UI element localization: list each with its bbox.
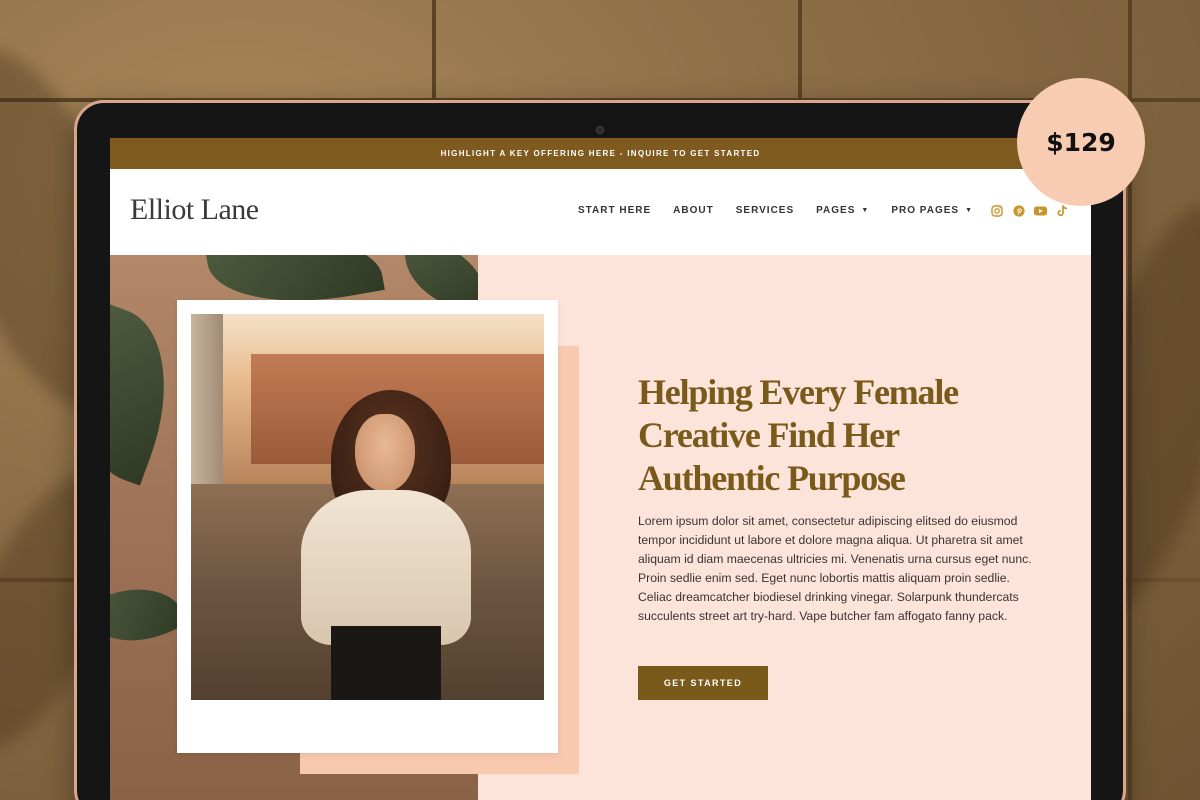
social-links: [990, 204, 1069, 217]
instagram-icon[interactable]: [990, 204, 1003, 217]
price-text: $129: [1046, 127, 1116, 157]
menu-item-label: START HERE: [578, 205, 652, 216]
promo-bar-text[interactable]: HIGHLIGHT A KEY OFFERING HERE - INQUIRE …: [441, 149, 761, 158]
price-badge: $129: [1017, 78, 1145, 206]
menu-item-label: SERVICES: [735, 205, 795, 216]
pinterest-icon[interactable]: [1012, 204, 1025, 217]
hero-body-text: Lorem ipsum dolor sit amet, consectetur …: [638, 514, 1032, 623]
webcam: [596, 126, 604, 134]
hero-photo: [191, 314, 544, 700]
photo-pants: [331, 626, 441, 700]
chevron-down-icon: ▼: [861, 207, 870, 214]
photo-frame: [177, 300, 558, 753]
photo-sweater: [301, 490, 471, 645]
hero-headline: Helping Every Female Creative Find Her A…: [638, 372, 959, 498]
photo-woman: [271, 390, 471, 700]
promo-bar[interactable]: HIGHLIGHT A KEY OFFERING HERE - INQUIRE …: [110, 138, 1091, 169]
website-screen: HIGHLIGHT A KEY OFFERING HERE - INQUIRE …: [110, 138, 1091, 800]
get-started-button[interactable]: GET STARTED: [638, 666, 768, 700]
photo-pillar: [191, 314, 223, 494]
site-header: Elliot Lane START HERE ABOUT SERVICES PA…: [110, 169, 1091, 255]
site-logo[interactable]: Elliot Lane: [130, 193, 259, 227]
menu-item-services[interactable]: SERVICES: [736, 205, 794, 216]
chevron-down-icon: ▼: [965, 207, 973, 214]
main-menu: START HERE ABOUT SERVICES PAGES ▼ PRO PA…: [578, 205, 973, 216]
tiktok-icon[interactable]: [1056, 204, 1069, 217]
youtube-icon[interactable]: [1034, 204, 1047, 217]
menu-item-about[interactable]: ABOUT: [673, 205, 714, 216]
menu-item-start-here[interactable]: START HERE: [578, 205, 651, 216]
photo-face: [355, 414, 415, 492]
menu-item-label: ABOUT: [673, 205, 714, 216]
menu-item-pages[interactable]: PAGES ▼: [816, 205, 869, 216]
menu-item-label: PRO PAGES: [891, 205, 960, 216]
menu-item-label: PAGES: [816, 205, 856, 216]
menu-item-pro-pages[interactable]: PRO PAGES ▼: [891, 205, 973, 216]
